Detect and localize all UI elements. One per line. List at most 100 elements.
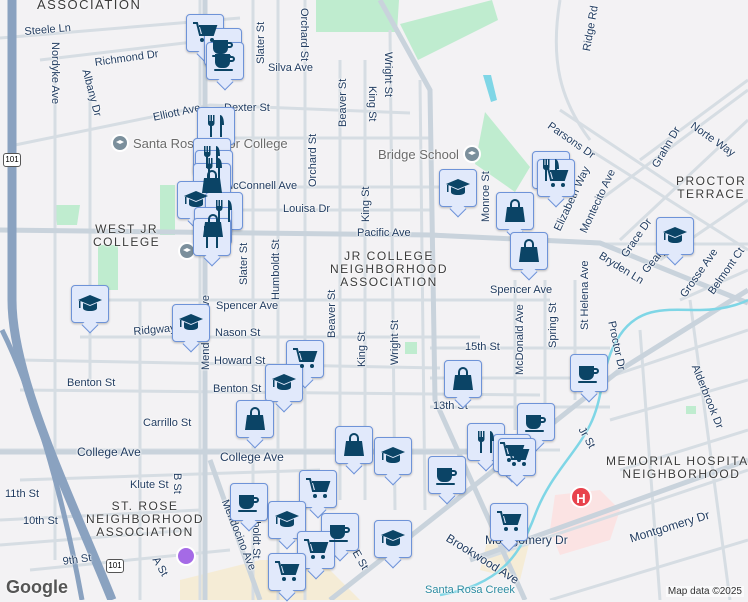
cart-icon — [504, 444, 530, 470]
street-label: McDonald Ave — [514, 304, 526, 375]
poi-label: Bridge School — [378, 146, 459, 162]
street-label: Beaver St — [337, 78, 349, 127]
street-label: Louisa Dr — [283, 203, 331, 215]
street-label: McConnell Ave — [224, 180, 298, 192]
cart-icon — [303, 537, 329, 563]
bag-icon — [516, 238, 542, 264]
bag-icon — [450, 366, 476, 392]
street-label: Nordyke Ave — [49, 42, 61, 105]
street-label: Howard St — [214, 355, 266, 367]
grocery-marker[interactable] — [537, 159, 575, 197]
street-label: Slater St — [255, 21, 267, 64]
street-label: King St — [360, 186, 372, 222]
street-label: Klute St — [130, 479, 169, 491]
shopping-marker[interactable] — [510, 232, 548, 270]
pond — [483, 75, 497, 102]
cart-icon — [305, 476, 331, 502]
street-label: Carrillo St — [143, 417, 192, 429]
street-label: Wright St — [382, 52, 394, 98]
street-label: Beaver St — [326, 289, 338, 338]
school-pin-icon — [111, 134, 129, 152]
graduation-cap-icon — [183, 187, 209, 213]
graduation-cap-icon — [662, 223, 688, 249]
graduation-cap-icon — [77, 291, 103, 317]
shopping-marker[interactable] — [236, 400, 274, 438]
bag-icon — [341, 432, 367, 458]
cafe-marker[interactable] — [230, 483, 268, 521]
area-label: MEMORIAL HOSPITAL NEIGHBORHOOD — [606, 454, 748, 481]
street-label: Silva Ave — [268, 62, 314, 74]
google-logo[interactable]: Google — [6, 577, 68, 598]
cup-icon — [523, 409, 549, 435]
school-marker[interactable] — [374, 437, 412, 475]
shopping-marker[interactable] — [444, 360, 482, 398]
street-label: 11th St — [5, 488, 40, 500]
street-label: B St — [171, 473, 183, 494]
street-label: Monroe St — [480, 171, 492, 222]
hospital-marker[interactable]: H — [570, 486, 592, 508]
highway-shield: 101 — [3, 153, 21, 167]
street-label: King St — [366, 86, 378, 122]
cart-icon — [543, 165, 569, 191]
area-label: JR COLLEGE NEIGHBORHOOD ASSOCIATION — [330, 249, 449, 289]
street-label: St Helena Ave — [579, 260, 591, 330]
cart-icon — [274, 559, 300, 585]
cup-icon — [212, 48, 238, 74]
street-label: 15th St — [465, 341, 500, 353]
cup-icon — [327, 519, 353, 545]
cart-icon — [292, 346, 318, 372]
street-label: Spencer Ave — [490, 284, 553, 296]
shopping-marker[interactable] — [335, 426, 373, 464]
cafe-marker[interactable] — [570, 354, 608, 392]
street-label: College Ave — [220, 450, 284, 464]
bag-icon — [242, 406, 268, 432]
street-label: Santa Rosa Creek — [425, 584, 515, 596]
cup-icon — [434, 462, 460, 488]
graduation-cap-icon — [380, 443, 406, 469]
street-label: Spring St — [547, 302, 559, 348]
street-label: Humboldt St — [270, 239, 282, 300]
graduation-cap-icon — [271, 370, 297, 396]
bag-icon — [502, 198, 528, 224]
street-label: Pacific Ave — [357, 227, 411, 239]
street-label: King St — [356, 331, 368, 367]
school-marker[interactable] — [71, 285, 109, 323]
area-label: ST. ROSE NEIGHBORHOOD ASSOCIATION — [86, 499, 205, 539]
cup-icon — [236, 489, 262, 515]
school-marker[interactable] — [172, 304, 210, 342]
utensils-icon — [203, 113, 229, 139]
street-label: Spencer Ave — [216, 300, 279, 312]
school-pin-icon — [462, 145, 481, 163]
street-label: Orchard St — [298, 8, 310, 62]
school-marker[interactable] — [656, 217, 694, 255]
poi-bridge-school[interactable]: Bridge School — [378, 145, 481, 163]
street-label: Orchard St — [307, 133, 319, 187]
museum-marker[interactable] — [176, 546, 196, 566]
grocery-marker[interactable] — [268, 553, 306, 591]
graduation-cap-icon — [274, 507, 300, 533]
school-marker[interactable] — [374, 520, 412, 558]
grocery-marker[interactable] — [490, 503, 528, 541]
street-label: Benton St — [213, 383, 262, 395]
area-label: ASSOCIATION — [37, 0, 142, 12]
utensils-icon — [473, 429, 499, 455]
cup-icon — [576, 360, 602, 386]
street-label: Slater St — [238, 242, 250, 285]
area-label: WEST JR COLLEGE — [93, 222, 161, 249]
street-label: Wright St — [389, 319, 401, 365]
graduation-cap-icon — [178, 310, 204, 336]
street-label: 10th St — [23, 515, 58, 527]
highway-shield: 101 — [106, 559, 124, 573]
utensils-icon — [199, 224, 225, 250]
cafe-marker[interactable] — [206, 42, 244, 80]
graduation-cap-icon — [380, 526, 406, 552]
map-attribution[interactable]: Map data ©2025 — [665, 586, 744, 597]
graduation-cap-icon — [445, 175, 471, 201]
cart-icon — [496, 509, 522, 535]
shopping-marker[interactable] — [496, 192, 534, 230]
street-label: College Ave — [77, 445, 141, 459]
grocery-marker[interactable] — [498, 438, 536, 476]
cafe-marker[interactable] — [428, 456, 466, 494]
school-marker[interactable] — [439, 169, 477, 207]
street-label: Nason St — [215, 327, 261, 339]
